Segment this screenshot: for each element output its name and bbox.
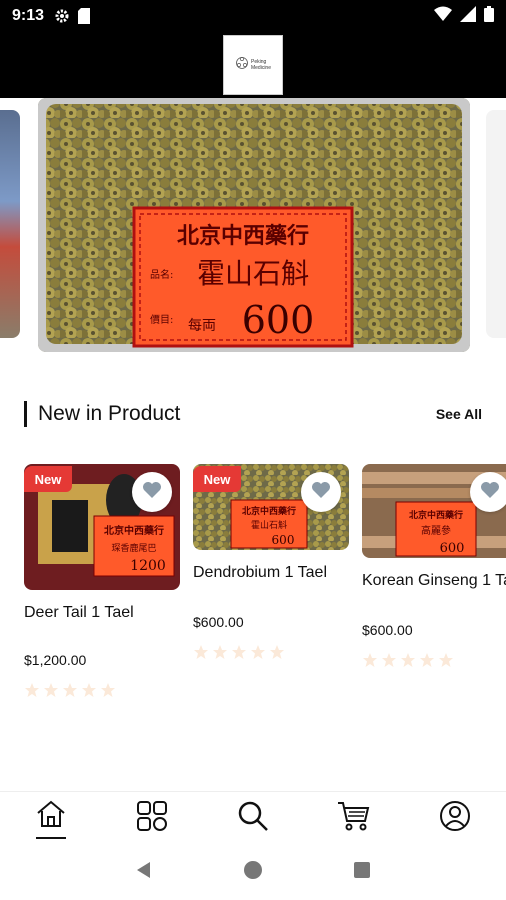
star-icon	[213, 645, 227, 659]
status-bar: 9:13	[0, 0, 506, 32]
product-image[interactable]: 北京中西藥行 霍山石斛 600 New	[193, 464, 349, 550]
product-sign-price: 600	[440, 541, 465, 556]
app-header: Peking Medicine	[0, 32, 506, 98]
settings-icon	[54, 8, 70, 24]
logo-mark-icon	[235, 56, 249, 75]
favorite-button[interactable]	[132, 472, 172, 512]
back-icon[interactable]	[134, 860, 154, 885]
star-icon	[44, 683, 58, 697]
banner-slide-next[interactable]	[486, 110, 506, 338]
star-icon	[251, 645, 265, 659]
sd-card-icon	[78, 8, 91, 24]
app-logo[interactable]: Peking Medicine	[223, 35, 283, 95]
nav-categories[interactable]	[127, 795, 177, 843]
bottom-nav	[0, 791, 506, 845]
banner-sign-price-label: 價目:	[150, 313, 173, 326]
star-icon	[82, 683, 96, 697]
home-icon	[35, 799, 67, 834]
heart-icon	[480, 481, 500, 504]
product-sign-product: 琛香鹿尾巴	[111, 542, 156, 554]
logo-text: Peking Medicine	[251, 59, 271, 71]
nav-home[interactable]	[26, 795, 76, 843]
star-icon	[25, 683, 39, 697]
banner-image: 北京中西藥行 品名: 霍山石斛 價目: 每両 600	[38, 98, 470, 352]
star-icon	[420, 653, 434, 667]
section-accent-bar	[24, 401, 27, 427]
banner-sign-store: 北京中西藥行	[177, 223, 309, 249]
rating-stars	[193, 644, 349, 660]
categories-icon	[136, 800, 168, 837]
home-circle-icon[interactable]	[243, 860, 263, 885]
status-right-icons	[434, 5, 494, 27]
product-image[interactable]: 北京中西藥行 琛香鹿尾巴 1200 New	[24, 464, 180, 590]
product-sign-product: 霍山石斛	[251, 519, 287, 531]
star-icon	[382, 653, 396, 667]
star-icon	[401, 653, 415, 667]
product-sign-price: 1200	[130, 558, 166, 574]
search-icon	[237, 800, 269, 837]
banner-sign-product: 霍山石斛	[197, 257, 309, 290]
product-name[interactable]: Deer Tail 1 Tael	[24, 602, 180, 644]
star-icon	[101, 683, 115, 697]
signal-icon	[460, 5, 476, 27]
star-icon	[232, 645, 246, 659]
product-sign-store: 北京中西藥行	[242, 505, 296, 517]
banner-sign-price: 600	[242, 298, 315, 342]
heart-icon	[142, 481, 162, 504]
banner-slide-current[interactable]: 北京中西藥行 品名: 霍山石斛 價目: 每両 600	[38, 98, 470, 352]
banner-sign-unit: 每両	[188, 318, 216, 334]
star-icon	[363, 653, 377, 667]
product-name[interactable]: Dendrobium 1 Tael	[193, 562, 349, 606]
product-sign-price: 600	[272, 533, 295, 547]
banner-slide-previous[interactable]	[0, 110, 20, 338]
favorite-button[interactable]	[470, 472, 506, 512]
battery-icon	[484, 5, 494, 27]
heart-icon	[311, 481, 331, 504]
star-icon	[270, 645, 284, 659]
product-name[interactable]: Korean Ginseng 1 Tael	[362, 570, 506, 614]
favorite-button[interactable]	[301, 472, 341, 512]
nav-active-indicator	[35, 836, 66, 839]
star-icon	[439, 653, 453, 667]
product-image[interactable]: 北京中西藥行 高麗參 600	[362, 464, 506, 558]
product-price: $600.00	[362, 622, 413, 638]
logo-line-2: Medicine	[250, 65, 271, 71]
product-price: $600.00	[193, 614, 244, 630]
cart-icon	[337, 800, 371, 837]
nav-profile[interactable]	[430, 795, 480, 843]
new-products-header: New in Product See All	[24, 398, 482, 430]
status-time: 9:13	[12, 7, 45, 24]
recents-icon[interactable]	[352, 860, 372, 885]
rating-stars	[24, 682, 180, 698]
banner-sign-name-label: 品名:	[150, 268, 173, 281]
product-sign-store: 北京中西藥行	[104, 524, 164, 537]
new-badge: New	[24, 466, 72, 492]
product-sign-store: 北京中西藥行	[409, 509, 463, 521]
system-nav-bar	[0, 845, 506, 900]
product-list[interactable]: 北京中西藥行 琛香鹿尾巴 1200 New Deer Tail 1 Tael $…	[0, 464, 506, 724]
new-badge: New	[193, 466, 241, 492]
product-sign-product: 高麗參	[421, 524, 451, 537]
banner-carousel[interactable]: 北京中西藥行 品名: 霍山石斛 價目: 每両 600	[0, 98, 506, 368]
product-card[interactable]: 北京中西藥行 高麗參 600 Korean Ginseng 1 Tael $60…	[362, 464, 506, 668]
nav-search[interactable]	[228, 795, 278, 843]
star-icon	[194, 645, 208, 659]
product-price: $1,200.00	[24, 652, 87, 668]
nav-cart[interactable]	[329, 795, 379, 843]
rating-stars	[362, 652, 506, 668]
product-card[interactable]: 北京中西藥行 琛香鹿尾巴 1200 New Deer Tail 1 Tael $…	[24, 464, 180, 698]
product-card[interactable]: 北京中西藥行 霍山石斛 600 New Dendrobium 1 Tael $6…	[193, 464, 349, 660]
section-title: New in Product	[38, 402, 181, 425]
see-all-button[interactable]: See All	[436, 406, 482, 422]
wifi-icon	[434, 6, 452, 27]
star-icon	[63, 683, 77, 697]
profile-icon	[439, 800, 471, 837]
